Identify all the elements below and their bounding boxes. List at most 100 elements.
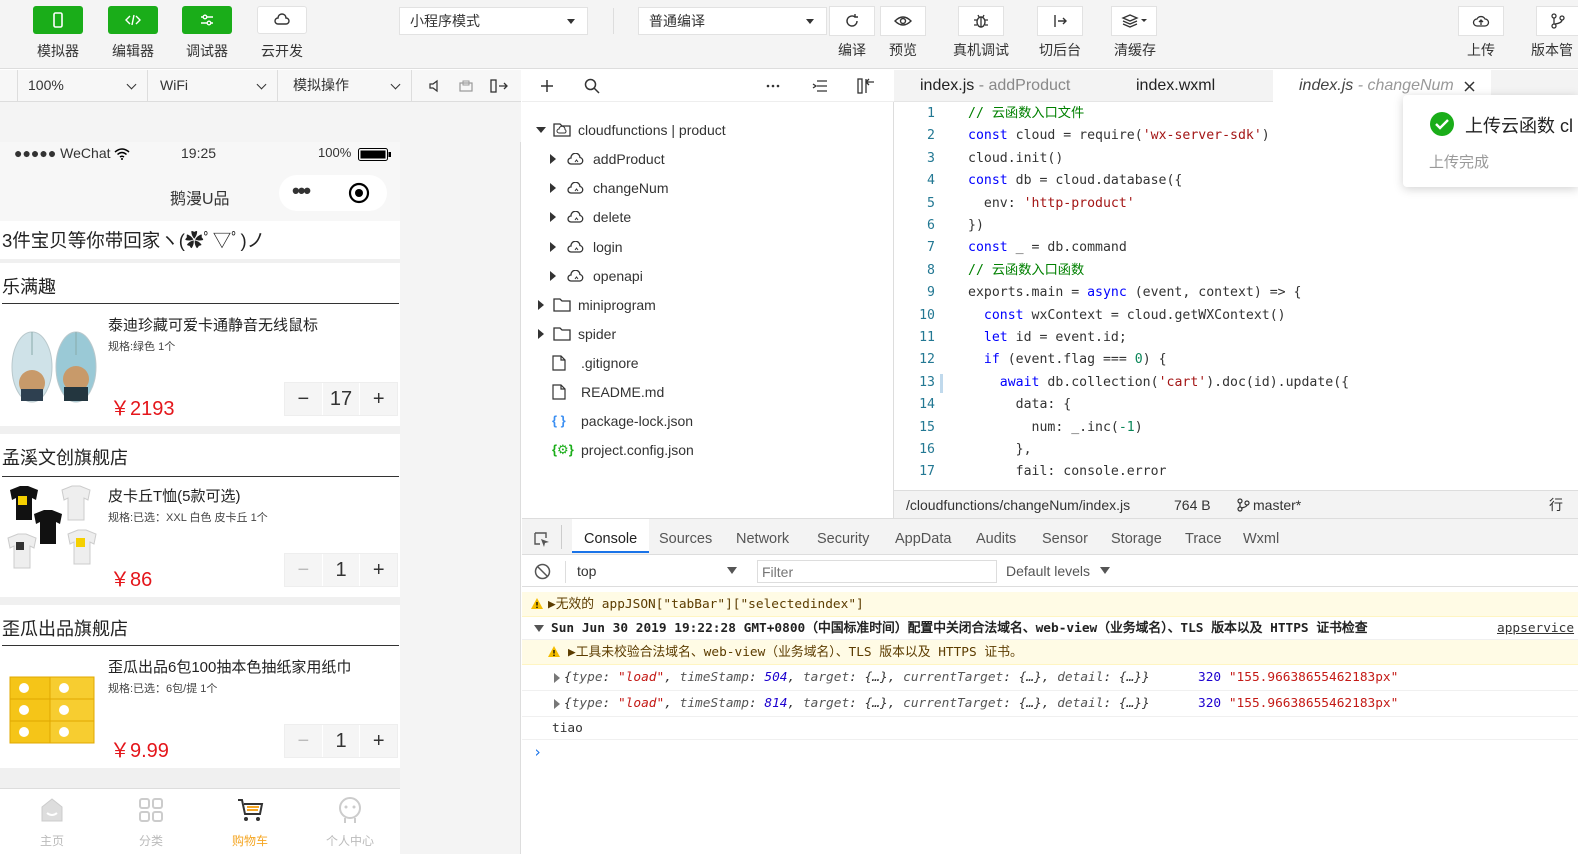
- compile-mode-value: 普通编译: [649, 13, 705, 29]
- console-prompt[interactable]: ›: [522, 740, 1578, 764]
- editor-button[interactable]: 编辑器: [108, 6, 158, 61]
- collapse-icon[interactable]: [812, 79, 828, 93]
- real-debug-button[interactable]: [958, 6, 1004, 36]
- upload-button[interactable]: [1458, 6, 1504, 36]
- devtools-tab-sensor[interactable]: Sensor: [1042, 519, 1088, 555]
- tab-category[interactable]: 分类: [101, 789, 201, 851]
- decrement-button[interactable]: −: [285, 554, 322, 586]
- increment-button[interactable]: +: [360, 725, 397, 757]
- split-icon[interactable]: [856, 77, 876, 95]
- item-name: 歪瓜出品6包100抽本色抽纸家用纸巾: [108, 659, 352, 676]
- file-icon: [552, 355, 566, 371]
- devtools-tab-audits[interactable]: Audits: [976, 519, 1016, 555]
- quantity-value[interactable]: 17: [321, 383, 361, 415]
- line-number: 8: [927, 262, 935, 278]
- console-group-row[interactable]: Sun Jun 30 2019 19:22:28 GMT+0800（中国标准时间…: [522, 617, 1578, 640]
- close-capsule-icon[interactable]: [348, 182, 370, 204]
- increment-button[interactable]: +: [360, 554, 397, 586]
- tree-item-label: README.md: [581, 384, 665, 400]
- zoom-select[interactable]: 100%: [18, 70, 148, 101]
- search-icon[interactable]: [584, 78, 600, 94]
- tab-file: index.js: [1299, 77, 1354, 94]
- devtools-tab-wxml[interactable]: Wxml: [1243, 519, 1279, 555]
- git-change-marker: [940, 373, 943, 393]
- console-text: ▶工具未校验合法域名、web-view（业务域名）、TLS 版本以及 HTTPS…: [568, 645, 1023, 660]
- source-link[interactable]: appservice: [1497, 617, 1578, 640]
- caret-down-icon: [1100, 567, 1110, 574]
- status-branch[interactable]: master*: [1253, 491, 1301, 519]
- add-icon[interactable]: [539, 78, 555, 94]
- compile-button[interactable]: [829, 6, 875, 36]
- status-line[interactable]: 行: [1549, 491, 1563, 519]
- close-icon[interactable]: [1464, 81, 1475, 92]
- editor-label: 编辑器: [112, 43, 154, 59]
- item-price: ￥86: [110, 569, 153, 591]
- shop-name: 乐满趣: [2, 277, 56, 297]
- devtools-tab-sources[interactable]: Sources: [659, 519, 712, 555]
- devtools-tab-storage[interactable]: Storage: [1111, 519, 1162, 555]
- line-number: 1: [927, 106, 935, 121]
- clear-cache-button[interactable]: [1111, 6, 1157, 36]
- cart-banner: 3件宝贝等你带回家ヽ(✿ﾟ▽ﾟ)ノ: [0, 221, 400, 259]
- devtools-tab-trace[interactable]: Trace: [1185, 519, 1222, 555]
- line-number: 15: [919, 419, 935, 435]
- compile-mode-select[interactable]: 普通编译: [638, 7, 827, 35]
- console-warning-row[interactable]: ▶工具未校验合法域名、web-view（业务域名）、TLS 版本以及 HTTPS…: [522, 640, 1578, 665]
- preview-button[interactable]: [880, 6, 926, 36]
- devtools-tab-console[interactable]: Console: [572, 519, 650, 553]
- simulator-button[interactable]: 模拟器: [33, 6, 83, 61]
- more-menu-icon[interactable]: •••: [292, 178, 311, 204]
- line-number: 3: [927, 150, 935, 166]
- debugger-button[interactable]: 调试器: [182, 6, 232, 61]
- cloud-dev-button[interactable]: 云开发: [257, 6, 307, 61]
- console-text: ▶无效的 appJSON["tabBar"]["selectedindex"]: [548, 597, 864, 612]
- sim-ops-select[interactable]: 模拟操作: [283, 70, 412, 101]
- version-button[interactable]: [1536, 6, 1578, 36]
- volume-icon[interactable]: [428, 79, 442, 93]
- carrier-text: ●●●●● WeChat: [14, 145, 111, 161]
- network-select[interactable]: WiFi: [150, 70, 278, 101]
- tab-home[interactable]: 主页: [2, 789, 102, 851]
- rotate-icon[interactable]: [458, 79, 474, 93]
- editor-tab[interactable]: index.wxml: [1110, 70, 1273, 102]
- detach-icon[interactable]: [489, 78, 509, 94]
- tab-path: - changeNum: [1353, 77, 1454, 94]
- background-button[interactable]: [1037, 6, 1083, 36]
- quantity-stepper: − 1 +: [284, 724, 398, 758]
- line-number: 9: [927, 285, 935, 301]
- log-levels-select[interactable]: Default levels: [1006, 559, 1116, 583]
- tab-file: index.js: [920, 77, 975, 94]
- increment-button[interactable]: +: [360, 383, 397, 415]
- console-filter-input[interactable]: [757, 560, 997, 583]
- caret-right-icon: [538, 300, 544, 310]
- line-number: 6: [927, 218, 935, 233]
- line-number: 2: [927, 128, 935, 144]
- shop-divider: [2, 303, 399, 304]
- quantity-value[interactable]: 1: [321, 725, 361, 757]
- console-object-row[interactable]: {type: "load", timeStamp: 814, target: {…: [522, 691, 1578, 717]
- mode-select[interactable]: 小程序模式: [399, 7, 588, 35]
- more-icon[interactable]: [766, 84, 780, 88]
- devtools-tab-security[interactable]: Security: [817, 519, 869, 555]
- item-price: ￥9.99: [110, 740, 169, 762]
- version-label: 版本管: [1531, 42, 1573, 58]
- editor-tab[interactable]: index.js - addProduct: [894, 70, 1110, 102]
- tab-profile[interactable]: 个人中心: [300, 789, 400, 851]
- tree-item-label: addProduct: [593, 151, 665, 167]
- devtools-tab-network[interactable]: Network: [736, 519, 789, 555]
- tab-cart[interactable]: 购物车: [200, 789, 300, 851]
- status-file-path: /cloudfunctions/changeNum/index.js: [906, 497, 1131, 513]
- inspect-icon[interactable]: [533, 531, 551, 549]
- devtools-tab-appdata[interactable]: AppData: [895, 519, 951, 555]
- clear-console-icon[interactable]: [534, 563, 551, 580]
- console-object-row[interactable]: {type: "load", timeStamp: 504, target: {…: [522, 665, 1578, 691]
- quantity-value[interactable]: 1: [321, 554, 361, 586]
- console-warning-row[interactable]: ▶无效的 appJSON["tabBar"]["selectedindex"]: [522, 592, 1578, 617]
- console-log-row[interactable]: tiao: [522, 717, 1578, 740]
- simulator-label: 模拟器: [37, 43, 79, 59]
- decrement-button[interactable]: −: [285, 725, 322, 757]
- line-number: 5: [927, 195, 935, 211]
- debugger-label: 调试器: [186, 43, 228, 59]
- context-select[interactable]: top: [568, 559, 741, 583]
- decrement-button[interactable]: −: [285, 383, 322, 415]
